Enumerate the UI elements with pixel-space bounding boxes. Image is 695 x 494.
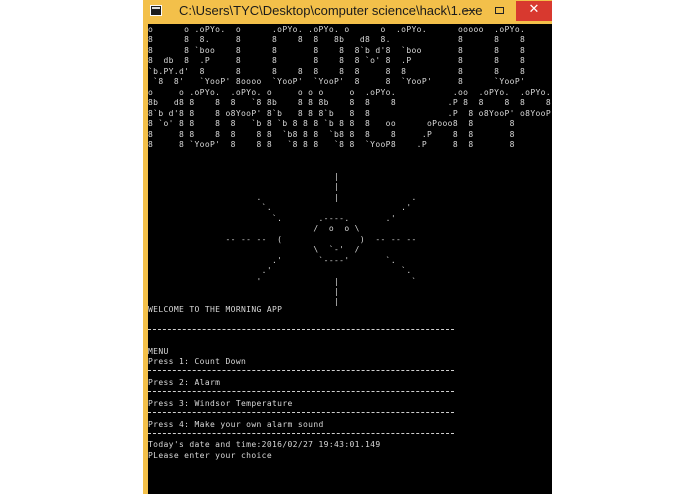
ascii-banner: o o .oPYo. o .oPYo. .oPYo. o o .oPYo. oo… bbox=[148, 25, 552, 149]
menu-title: MENU bbox=[148, 347, 169, 356]
console-output[interactable]: o o .oPYo. o .oPYo. .oPYo. o o .oPYo. oo… bbox=[148, 24, 552, 494]
input-prompt: PLease enter your choice bbox=[148, 451, 272, 460]
separator-line bbox=[148, 433, 454, 434]
window-title: C:\Users\TYC\Desktop\computer science\ha… bbox=[179, 3, 483, 18]
ascii-sun: | | . | . `. .' `. .----. .' / o o \ -- … bbox=[225, 172, 417, 307]
separator-line bbox=[148, 391, 454, 392]
separator-line bbox=[148, 370, 454, 371]
maximize-icon bbox=[494, 7, 504, 14]
console-window: C:\Users\TYC\Desktop\computer science\ha… bbox=[143, 0, 552, 494]
minimize-button[interactable]: — bbox=[459, 1, 481, 21]
maximize-button[interactable] bbox=[488, 1, 510, 21]
menu-option-4: Press 4: Make your own alarm sound bbox=[148, 420, 324, 429]
separator-line bbox=[148, 329, 454, 330]
separator-line bbox=[148, 412, 454, 413]
menu-option-2: Press 2: Alarm bbox=[148, 378, 221, 387]
menu-option-1: Press 1: Count Down bbox=[148, 357, 247, 366]
console-app-icon[interactable] bbox=[150, 5, 162, 16]
menu-option-3: Press 3: Windsor Temperature bbox=[148, 399, 293, 408]
close-button[interactable]: ✕ bbox=[516, 1, 552, 21]
title-bar[interactable]: C:\Users\TYC\Desktop\computer science\ha… bbox=[143, 0, 552, 24]
datetime-text: Today's date and time:2016/02/27 19:43:0… bbox=[148, 440, 381, 449]
welcome-text: WELCOME TO THE MORNING APP bbox=[148, 305, 283, 314]
